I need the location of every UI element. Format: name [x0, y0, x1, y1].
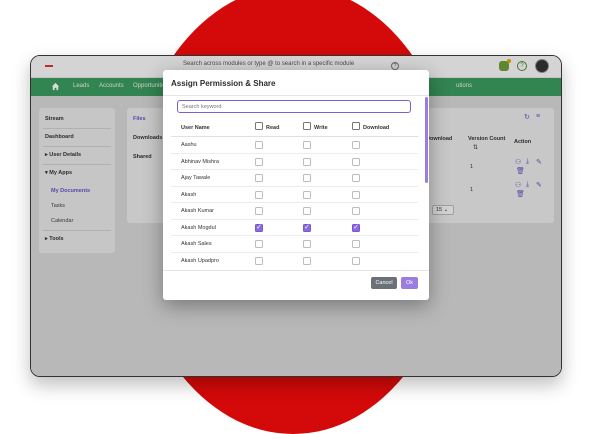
permission-table-header: User Name Read Write Download [171, 119, 418, 137]
write-checkbox[interactable] [303, 157, 311, 166]
cancel-button[interactable]: Cancel [371, 277, 397, 289]
write-checkbox[interactable]: ✓ [303, 223, 311, 232]
read-checkbox[interactable]: ✓ [255, 223, 263, 232]
user-name: Akash Upadpro [181, 257, 219, 264]
download-checkbox[interactable] [352, 141, 360, 149]
user-name: Akash [181, 191, 197, 198]
table-row: Ajay Tawale [171, 170, 418, 187]
user-name: Aashu [181, 142, 197, 148]
modal-divider [163, 95, 429, 96]
download-checkbox[interactable] [352, 174, 360, 182]
modal-body: User Name Read Write Download Aashu Abhin… [171, 97, 418, 265]
table-row: Aashu [171, 137, 418, 154]
user-name: Akash Kumar [181, 208, 215, 214]
download-checkbox[interactable] [352, 157, 360, 166]
download-checkbox[interactable] [352, 207, 360, 215]
table-row: Akash Sales [171, 236, 418, 253]
select-all-download-checkbox[interactable] [352, 122, 360, 130]
table-row: Abhinav Mishra [171, 154, 418, 170]
download-checkbox[interactable] [352, 256, 360, 265]
write-checkbox[interactable] [303, 240, 311, 248]
write-checkbox[interactable] [303, 141, 311, 149]
select-all-write-checkbox[interactable] [303, 122, 311, 130]
user-name: Akash Sales [181, 241, 212, 247]
read-checkbox[interactable] [255, 240, 263, 248]
write-checkbox[interactable] [303, 256, 311, 265]
column-header-write: Write [314, 125, 328, 131]
download-checkbox[interactable]: ✓ [352, 223, 360, 232]
column-header-download: Download [363, 125, 390, 131]
column-header-read: Read [266, 125, 280, 131]
column-header-user-name: User Name [181, 125, 210, 131]
assign-permission-modal: Assign Permission & Share User Name Read… [163, 70, 429, 300]
user-name: Akash Mogdul [181, 224, 216, 231]
user-name: Abhinav Mishra [181, 158, 219, 165]
user-name: Ajay Tawale [181, 175, 211, 181]
read-checkbox[interactable] [255, 256, 263, 265]
table-row: Akash Upadpro [171, 253, 418, 266]
download-checkbox[interactable] [352, 240, 360, 248]
select-all-read-checkbox[interactable] [255, 122, 263, 130]
read-checkbox[interactable] [255, 141, 263, 149]
read-checkbox[interactable] [255, 174, 263, 182]
read-checkbox[interactable] [255, 207, 263, 215]
modal-scrollbar[interactable] [425, 97, 428, 183]
write-checkbox[interactable] [303, 174, 311, 182]
table-row: Akash [171, 187, 418, 203]
table-row: Akash Mogdul ✓ ✓ ✓ [171, 220, 418, 236]
search-keyword-input[interactable] [177, 100, 411, 113]
read-checkbox[interactable] [255, 190, 263, 199]
modal-footer-divider [163, 270, 429, 271]
screenshot-stage: Search across modules or type @ to searc… [0, 0, 592, 434]
ok-button[interactable]: Ok [401, 277, 418, 289]
write-checkbox[interactable] [303, 207, 311, 215]
read-checkbox[interactable] [255, 157, 263, 166]
table-row: Akash Kumar [171, 203, 418, 220]
write-checkbox[interactable] [303, 190, 311, 199]
modal-title: Assign Permission & Share [171, 79, 276, 88]
download-checkbox[interactable] [352, 190, 360, 199]
